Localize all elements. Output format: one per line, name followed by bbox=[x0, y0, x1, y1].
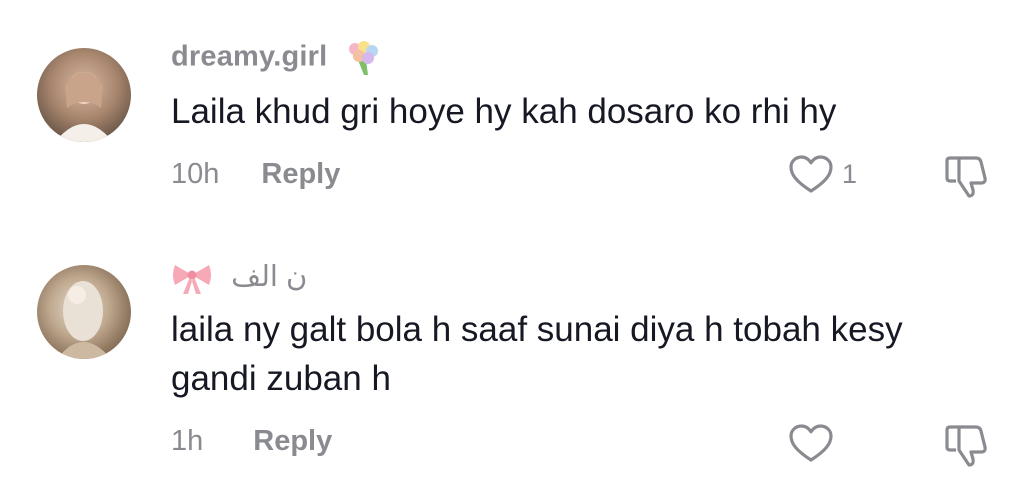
username[interactable]: ن الف bbox=[171, 259, 307, 295]
heart-icon bbox=[788, 423, 834, 463]
comment-text: laila ny galt bola h saaf sunai diya h t… bbox=[171, 310, 903, 398]
like-button[interactable] bbox=[788, 423, 842, 463]
ribbon-emoji-icon bbox=[171, 261, 213, 295]
username[interactable]: dreamy.girl bbox=[171, 40, 380, 76]
comment-meta: 10h Reply bbox=[171, 158, 340, 191]
reply-button[interactable]: Reply bbox=[253, 425, 332, 457]
thumbs-down-icon bbox=[942, 423, 990, 467]
comment-item: ن الف laila ny galt bola h saaf sunai di… bbox=[0, 240, 1024, 479]
comment-time: 10h bbox=[171, 158, 220, 190]
comment-time: 1h bbox=[171, 425, 204, 457]
username-text[interactable]: ن الف bbox=[231, 261, 307, 293]
reply-button[interactable]: Reply bbox=[261, 158, 340, 190]
like-button[interactable]: 1 bbox=[788, 154, 857, 194]
comment-item: dreamy.girl Laila khud gri hoye hy kah d… bbox=[0, 0, 1024, 230]
dislike-button[interactable] bbox=[942, 423, 990, 467]
username-text[interactable]: dreamy.girl bbox=[171, 41, 327, 73]
avatar[interactable] bbox=[37, 265, 131, 359]
comment-text: Laila khud gri hoye hy kah dosaro ko rhi… bbox=[171, 92, 837, 131]
dislike-button[interactable] bbox=[942, 154, 990, 198]
like-count: 1 bbox=[842, 158, 858, 189]
avatar[interactable] bbox=[37, 48, 131, 142]
thumbs-down-icon bbox=[942, 154, 990, 198]
bouquet-emoji-icon bbox=[346, 40, 380, 76]
comment-meta: 1h Reply bbox=[171, 425, 332, 458]
heart-icon bbox=[788, 154, 834, 194]
